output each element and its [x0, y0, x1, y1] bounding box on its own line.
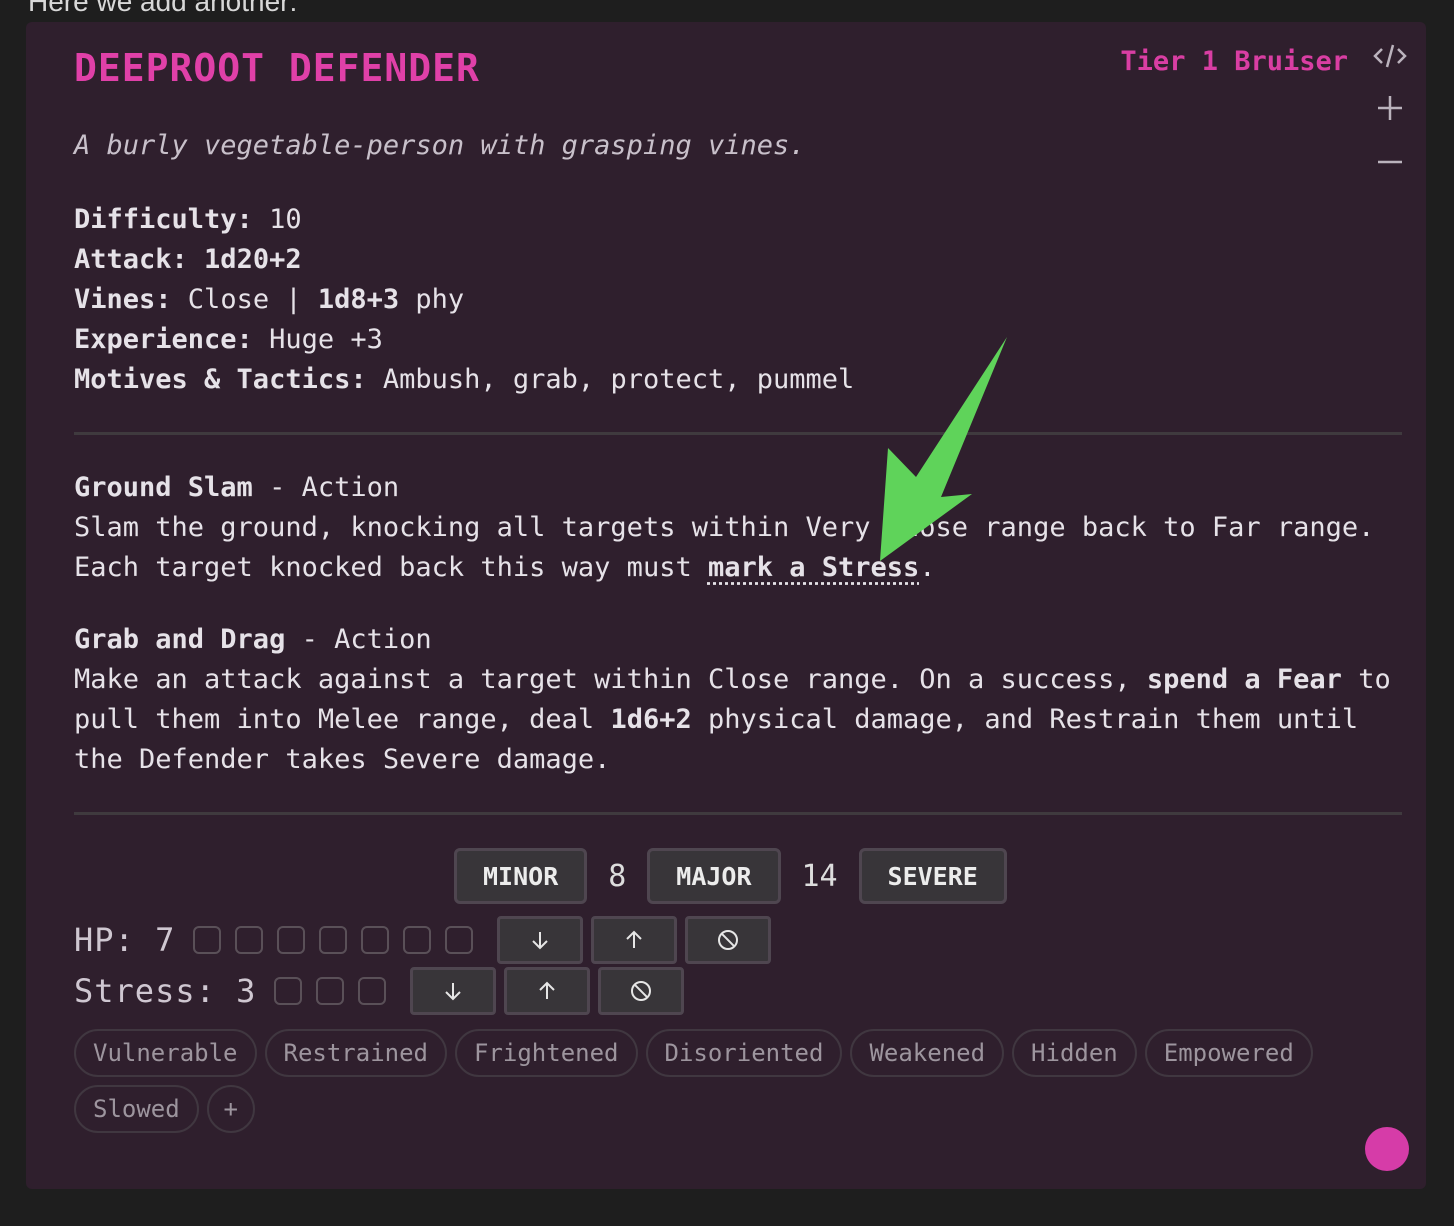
stress-decrease-button[interactable]	[410, 967, 497, 1015]
tier-badge: Tier 1 Bruiser	[1120, 46, 1348, 77]
spend-fear-text: spend a Fear	[1146, 664, 1342, 695]
motives-stat: Motives & Tactics: Ambush, grab, protect…	[74, 364, 855, 395]
stress-clear-button[interactable]	[598, 967, 685, 1015]
minus-icon[interactable]	[1372, 142, 1408, 178]
condition-tag[interactable]: Hidden	[1012, 1029, 1137, 1077]
damage-thresholds: MINOR 8 MAJOR 14 SEVERE	[454, 848, 1007, 904]
vines-stat: Vines: Close | 1d8+3 phy	[74, 284, 465, 315]
hp-box[interactable]	[193, 926, 222, 954]
stress-label: Stress: 3	[74, 972, 257, 1010]
arrow-down-icon	[445, 983, 462, 1001]
feature-name: Ground Slam	[74, 472, 253, 503]
hp-box[interactable]	[403, 926, 432, 954]
divider	[74, 812, 1402, 815]
accent-dot-button[interactable]	[1365, 1127, 1409, 1171]
difficulty-stat: Difficulty: 10	[74, 204, 302, 235]
hp-box[interactable]	[445, 926, 474, 954]
condition-tag[interactable]: Frightened	[455, 1029, 638, 1077]
hp-decrease-button[interactable]	[497, 916, 584, 964]
major-button[interactable]: MAJOR	[647, 848, 781, 904]
hp-label: HP: 7	[74, 921, 176, 959]
attack-stat: Attack: 1d20+2	[74, 244, 302, 275]
stress-box[interactable]	[274, 977, 303, 1005]
arrow-up-icon	[626, 930, 643, 948]
major-severe-threshold: 14	[801, 858, 838, 894]
condition-tag[interactable]: Vulnerable	[74, 1029, 257, 1077]
hp-box[interactable]	[319, 926, 348, 954]
stress-box[interactable]	[358, 977, 387, 1005]
divider	[74, 432, 1402, 435]
code-icon[interactable]	[1372, 38, 1408, 74]
experience-stat: Experience: Huge +3	[74, 324, 383, 355]
stat-block: Difficulty: 10 Attack: 1d20+2 Vines: Clo…	[74, 200, 854, 400]
plus-icon[interactable]	[1372, 90, 1408, 126]
condition-tag[interactable]: Disoriented	[645, 1029, 843, 1077]
arrow-down-icon	[532, 932, 549, 950]
stress-track: Stress: 3	[74, 967, 692, 1015]
hp-box[interactable]	[235, 926, 264, 954]
hp-box[interactable]	[277, 926, 306, 954]
condition-tag[interactable]: Slowed	[74, 1085, 199, 1133]
feature-name: Grab and Drag	[74, 624, 286, 655]
hp-track: HP: 7	[74, 916, 779, 964]
feature-ground-slam: Ground Slam - Action Slam the ground, kn…	[74, 472, 1375, 583]
ban-icon	[718, 930, 739, 950]
ban-icon	[631, 981, 652, 1001]
hp-clear-button[interactable]	[685, 916, 772, 964]
hp-increase-button[interactable]	[591, 916, 678, 964]
minor-button[interactable]: MINOR	[454, 848, 588, 904]
hp-box[interactable]	[361, 926, 390, 954]
adversary-card: DEEPROOT DEFENDER Tier 1 Bruiser A burly…	[26, 22, 1426, 1189]
stress-increase-button[interactable]	[504, 967, 591, 1015]
stress-box[interactable]	[316, 977, 345, 1005]
adversary-description: A burly vegetable-person with grasping v…	[74, 130, 806, 161]
severe-button[interactable]: SEVERE	[858, 848, 1007, 904]
condition-tag[interactable]: Weakened	[850, 1029, 1005, 1077]
feature-grab-and-drag: Grab and Drag - Action Make an attack ag…	[74, 624, 1391, 775]
condition-tags: Vulnerable Restrained Frightened Disorie…	[74, 1029, 1374, 1133]
adversary-title: DEEPROOT DEFENDER	[74, 46, 480, 90]
add-condition-button[interactable]: +	[206, 1085, 255, 1133]
intro-text: Here we add another:	[28, 0, 298, 17]
minor-major-threshold: 8	[608, 858, 627, 894]
arrow-up-icon	[539, 981, 556, 999]
condition-tag[interactable]: Empowered	[1144, 1029, 1313, 1077]
mark-stress-link[interactable]: mark a Stress	[708, 552, 919, 583]
condition-tag[interactable]: Restrained	[264, 1029, 447, 1077]
